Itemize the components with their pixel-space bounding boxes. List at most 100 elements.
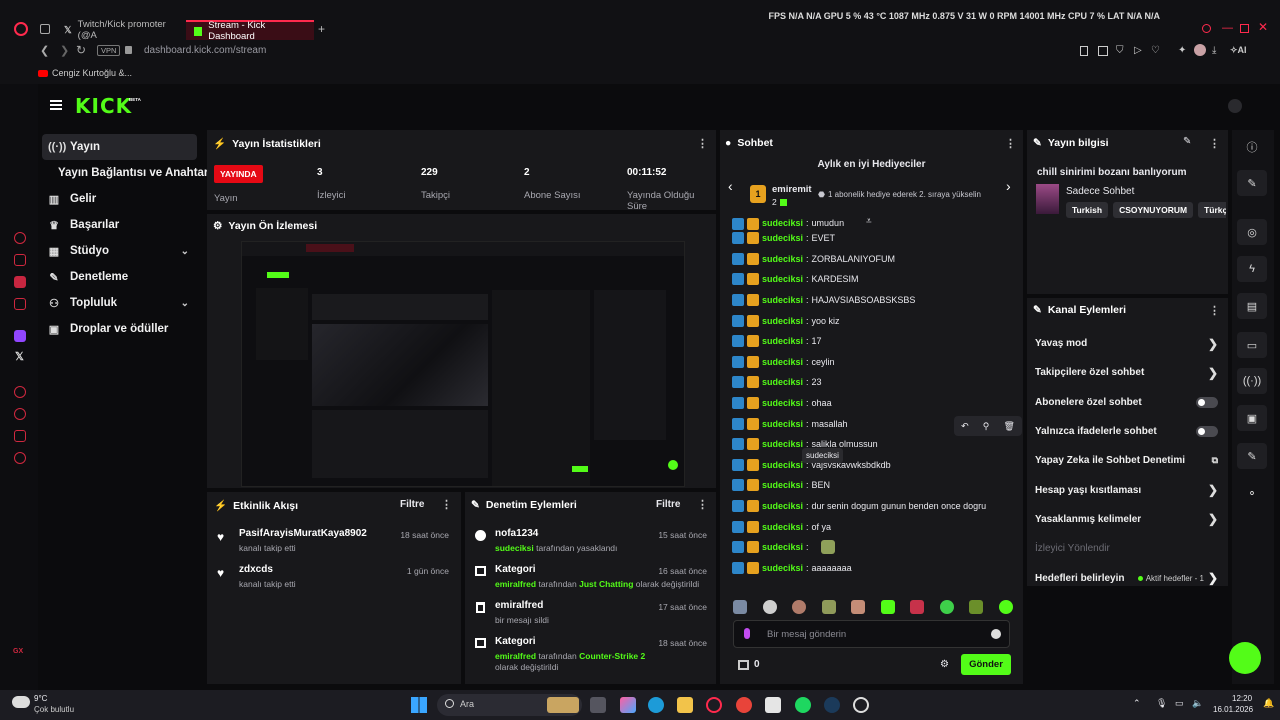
support-headset-button[interactable] bbox=[1229, 642, 1261, 674]
top-gifter-name[interactable]: emiremit bbox=[772, 184, 812, 195]
opera-gx-icon[interactable] bbox=[706, 697, 722, 713]
chat-username[interactable]: sudeciksi bbox=[762, 480, 803, 490]
moderation-filter-button[interactable]: Filtre bbox=[656, 499, 680, 510]
chat-username[interactable]: sudeciksi bbox=[762, 295, 803, 305]
action-emote-only[interactable]: Yalnızca ifadelerle sohbet bbox=[1027, 417, 1228, 446]
emote-icon[interactable] bbox=[792, 600, 807, 614]
emote-icon[interactable] bbox=[880, 600, 895, 614]
opera-logo-icon[interactable] bbox=[14, 22, 28, 36]
chat-username[interactable]: sudeciksi bbox=[762, 542, 803, 552]
action-ai-moderation[interactable]: Yapay Zeka ile Sohbet Denetimi ⧉ bbox=[1027, 446, 1228, 475]
reload-icon[interactable]: ↻ bbox=[76, 43, 86, 57]
chat-username[interactable]: sudeciksi bbox=[762, 316, 803, 326]
youtube-bookmark[interactable]: Cengiz Kurtoğlu &... bbox=[38, 68, 132, 78]
nav-item-topluluk[interactable]: ⚇ Topluluk ⌄ bbox=[42, 290, 197, 316]
action-subscribers-only[interactable]: Abonelere özel sohbet bbox=[1027, 388, 1228, 417]
chat-username[interactable]: sudeciksi bbox=[762, 377, 803, 387]
stats-menu-icon[interactable]: ⋮ bbox=[697, 137, 708, 150]
workspace-icon[interactable] bbox=[40, 24, 50, 34]
user-menu-icon[interactable] bbox=[1228, 99, 1242, 113]
start-button[interactable] bbox=[411, 697, 427, 713]
tag[interactable]: Turkish bbox=[1066, 202, 1109, 218]
mod-category[interactable]: Just Chatting bbox=[579, 579, 633, 589]
sidebar-ai-icon[interactable] bbox=[14, 232, 26, 244]
notes-icon[interactable]: ▤ bbox=[1237, 293, 1267, 319]
chat-username[interactable]: sudeciksi bbox=[762, 439, 803, 449]
tab-twitch-promoter[interactable]: 𝕏 Twitch/Kick promoter (@A bbox=[56, 19, 184, 41]
extensions-icon[interactable]: ✦ bbox=[1178, 45, 1186, 56]
chat-icon[interactable]: ▭ bbox=[1237, 332, 1267, 358]
chat-username[interactable]: sudeciksi bbox=[762, 563, 803, 573]
mic-tray-icon[interactable]: 🎙 bbox=[1156, 698, 1167, 709]
clock-time[interactable]: 12:20 bbox=[1232, 694, 1252, 703]
snapshot-icon[interactable] bbox=[1098, 46, 1108, 56]
volume-icon[interactable]: 🔈 bbox=[1192, 698, 1203, 709]
mod-actor[interactable]: emiralfred bbox=[495, 651, 536, 661]
nav-item-gelir[interactable]: ▥ Gelir bbox=[42, 186, 197, 212]
kick-logo[interactable]: KICK bbox=[75, 94, 132, 118]
sidebar-calendar-icon[interactable] bbox=[14, 298, 26, 310]
chat-username[interactable]: sudeciksi bbox=[762, 357, 803, 367]
chat-username[interactable]: sudeciksi bbox=[762, 398, 803, 408]
profile-avatar[interactable] bbox=[1194, 44, 1206, 56]
twitch-icon[interactable] bbox=[14, 330, 26, 342]
info-icon[interactable]: ⓘ bbox=[1237, 134, 1267, 160]
task-view-icon[interactable] bbox=[590, 697, 606, 713]
nav-item-yayin[interactable]: ((·)) Yayın bbox=[42, 134, 197, 160]
chat-username[interactable]: sudeciksi bbox=[762, 522, 803, 532]
downloads-icon[interactable]: ⤓ bbox=[1212, 45, 1216, 56]
edge-icon[interactable] bbox=[648, 697, 664, 713]
sidebar-history-icon[interactable] bbox=[14, 408, 26, 420]
emote-icon[interactable] bbox=[733, 600, 747, 614]
action-slow-mode[interactable]: Yavaş mod ❯ bbox=[1027, 329, 1228, 358]
forward-icon[interactable]: ❯ bbox=[60, 44, 69, 57]
taskbar-search[interactable]: Ara bbox=[437, 694, 582, 716]
chat-menu-icon[interactable]: ⋮ bbox=[1005, 137, 1016, 150]
reply-icon[interactable]: ↶ bbox=[961, 421, 969, 432]
chat-input[interactable]: Bir mesaj gönderin bbox=[733, 620, 1010, 648]
nav-item-studyo[interactable]: ▦ Stüdyo ⌄ bbox=[42, 238, 197, 264]
stream-preview-video[interactable] bbox=[241, 241, 685, 487]
heart-icon[interactable]: ♡ bbox=[1151, 45, 1160, 56]
tab-kick-dashboard[interactable]: Stream - Kick Dashboard bbox=[186, 20, 314, 42]
network-icon[interactable]: ▭ bbox=[1175, 698, 1184, 709]
close-window-button[interactable]: ✕ bbox=[1258, 20, 1268, 34]
sidebar-player-icon[interactable] bbox=[14, 386, 26, 398]
gifters-prev-button[interactable]: ‹ bbox=[728, 178, 733, 194]
channel-actions-menu-icon[interactable]: ⋮ bbox=[1209, 304, 1220, 317]
shield-icon[interactable]: ⛉ bbox=[1116, 45, 1124, 56]
vpn-badge[interactable]: VPN bbox=[97, 45, 121, 56]
emote-icon[interactable] bbox=[939, 600, 954, 614]
weather-icon[interactable] bbox=[12, 696, 30, 708]
back-icon[interactable]: ❮ bbox=[40, 44, 49, 57]
mod-actor[interactable]: emiralfred bbox=[495, 579, 536, 589]
chat-settings-icon[interactable]: ⚙ bbox=[940, 659, 949, 670]
chrome-icon[interactable] bbox=[736, 697, 752, 713]
nav-item-stream-key[interactable]: Yayın Bağlantısı ve Anahtarı bbox=[42, 160, 212, 186]
emote-icon[interactable] bbox=[969, 600, 984, 614]
emote-icon[interactable] bbox=[910, 600, 925, 614]
mic-icon[interactable] bbox=[744, 628, 750, 639]
ai-button[interactable]: ✧AI bbox=[1230, 45, 1247, 56]
chatgpt-icon[interactable] bbox=[853, 697, 869, 713]
chat-username[interactable]: sudeciksi bbox=[762, 501, 803, 511]
mod-category[interactable]: Counter-Strike 2 bbox=[579, 651, 645, 661]
nav-item-basarilar[interactable]: ♛ Başarılar bbox=[42, 212, 197, 238]
explorer-icon[interactable] bbox=[677, 697, 693, 713]
download-icon[interactable]: ▷ bbox=[1134, 45, 1142, 56]
lightning-icon[interactable]: ϟ bbox=[1237, 256, 1267, 282]
bookmark-icon[interactable] bbox=[1080, 46, 1088, 56]
mod-actor[interactable]: sudeciksi bbox=[495, 543, 534, 553]
action-followers-only[interactable]: Takipçilere özel sohbet ❯ bbox=[1027, 358, 1228, 387]
chat-username[interactable]: sudeciksi bbox=[762, 233, 803, 243]
chat-username[interactable]: sudeciksi bbox=[762, 336, 803, 346]
pin-icon[interactable]: ⚲ bbox=[983, 421, 990, 432]
action-account-age[interactable]: Hesap yaşı kısıtlaması ❯ bbox=[1027, 475, 1228, 504]
tag[interactable]: Türkç bbox=[1198, 202, 1226, 218]
delete-icon[interactable]: 🗑 bbox=[1003, 421, 1014, 432]
subscribers-only-toggle[interactable] bbox=[1196, 396, 1218, 408]
emote-icon[interactable] bbox=[851, 600, 866, 614]
category-thumbnail[interactable] bbox=[1036, 184, 1059, 214]
sidebar-settings-icon[interactable] bbox=[14, 452, 26, 464]
spotify-icon[interactable] bbox=[795, 697, 811, 713]
